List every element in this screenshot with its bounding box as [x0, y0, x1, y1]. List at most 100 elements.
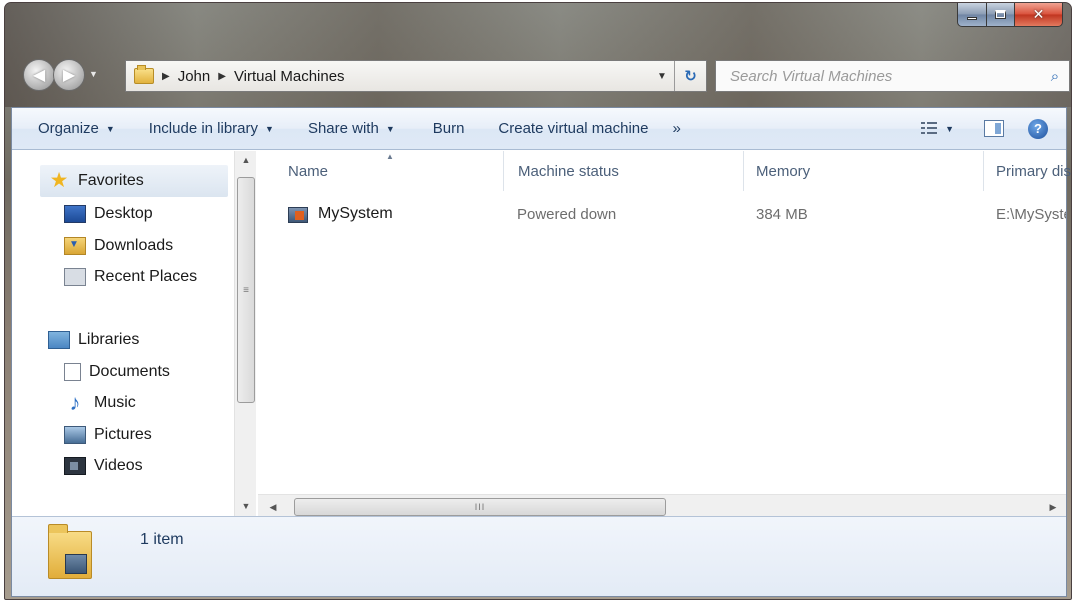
column-header-primary-disk[interactable]: Primary dis — [984, 151, 1072, 191]
nav-label: Desktop — [94, 205, 153, 222]
search-input[interactable] — [716, 61, 1041, 91]
command-bar: Organize ▼ Include in library ▼ Share wi… — [12, 108, 1066, 150]
change-view-button[interactable]: ▼ — [911, 108, 964, 149]
share-with-label: Share with — [307, 120, 379, 137]
navigation-pane: ★ Favorites Desktop Downloads Recent Pla… — [12, 151, 258, 529]
nav-label: Documents — [89, 363, 170, 380]
details-pane: 1 item — [12, 516, 1066, 596]
item-count: 1 item — [140, 531, 184, 548]
nav-label: Videos — [94, 457, 143, 474]
chevron-down-icon: ▼ — [945, 123, 954, 134]
chevron-right-icon[interactable]: ▶ — [162, 71, 170, 82]
nav-item-videos[interactable]: Videos — [64, 453, 143, 479]
search-box: ⌕ — [715, 60, 1070, 92]
create-virtual-machine-button[interactable]: Create virtual machine — [488, 108, 658, 149]
machine-status: Powered down — [517, 206, 617, 223]
column-label: Name — [288, 162, 329, 180]
navigation-bar: ◀ ▶ ▼ ▶ John ▶ Virtual Machines ▼ ↻ ⌕ — [19, 55, 1070, 95]
recent-pages-dropdown[interactable]: ▼ — [89, 69, 98, 79]
minimize-icon — [967, 17, 977, 20]
address-bar[interactable]: ▶ John ▶ Virtual Machines ▼ ↻ — [125, 60, 707, 92]
nav-label: Music — [94, 394, 136, 411]
nav-label: Favorites — [78, 172, 144, 189]
videos-icon — [64, 457, 86, 475]
close-button[interactable]: ✕ — [1015, 3, 1063, 27]
minimize-button[interactable] — [957, 3, 987, 27]
chevron-down-icon: ▼ — [385, 123, 395, 134]
preview-pane-icon — [984, 120, 1004, 137]
scroll-thumb[interactable]: III — [294, 498, 666, 516]
sort-ascending-icon: ▲ — [386, 152, 394, 161]
scroll-up-icon[interactable]: ▲ — [235, 155, 257, 165]
desktop-icon — [64, 205, 86, 223]
preview-pane-button[interactable] — [964, 108, 1018, 149]
grip-icon: ≡ — [243, 284, 249, 296]
music-icon: ♪ — [69, 390, 81, 415]
nav-item-documents[interactable]: Documents — [64, 359, 170, 385]
nav-item-music[interactable]: ♪ Music — [64, 390, 136, 416]
pictures-icon — [64, 426, 86, 444]
create-virtual-machine-label: Create virtual machine — [498, 120, 649, 137]
column-label: Primary dis — [996, 162, 1072, 180]
column-header-name[interactable]: Name ▲ — [258, 151, 504, 191]
scroll-thumb[interactable]: ≡ — [237, 177, 255, 403]
address-history-dropdown[interactable]: ▼ — [650, 71, 674, 82]
nav-item-downloads[interactable]: Downloads — [64, 233, 173, 259]
nav-label: Libraries — [78, 331, 140, 348]
horizontal-scrollbar[interactable]: ◀ III ▶ — [258, 494, 1066, 518]
nav-item-pictures[interactable]: Pictures — [64, 422, 152, 448]
organize-button[interactable]: Organize ▼ — [12, 108, 125, 149]
burn-button[interactable]: Burn — [423, 108, 475, 149]
share-with-button[interactable]: Share with ▼ — [298, 108, 405, 149]
column-label: Memory — [756, 162, 811, 180]
more-commands-button[interactable]: » — [663, 108, 691, 149]
view-controls: ▼ ? — [911, 108, 1066, 149]
include-in-library-label: Include in library — [148, 120, 259, 137]
primary-disk-value: E:\MySyste — [996, 206, 1066, 223]
include-in-library-button[interactable]: Include in library ▼ — [139, 108, 284, 149]
memory-value: 384 MB — [756, 206, 808, 223]
breadcrumb-john[interactable]: John — [178, 68, 211, 85]
back-arrow-icon: ◀ — [32, 67, 46, 84]
refresh-icon: ↻ — [684, 68, 697, 85]
view-details-icon — [921, 121, 938, 136]
forward-arrow-icon: ▶ — [62, 67, 76, 84]
file-list: Name ▲ Machine status Memory Primary dis… — [258, 151, 1071, 529]
downloads-icon — [64, 237, 86, 255]
virtual-machine-icon — [288, 207, 308, 223]
column-header-machine-status[interactable]: Machine status — [504, 151, 744, 191]
star-icon: ★ — [49, 169, 69, 192]
file-name: MySystem — [318, 205, 393, 222]
refresh-button[interactable]: ↻ — [674, 61, 706, 91]
folder-icon — [48, 524, 92, 579]
documents-icon — [64, 363, 81, 381]
chevron-down-icon: ▼ — [105, 123, 115, 134]
recent-places-icon — [64, 268, 86, 286]
double-chevron-icon: » — [672, 120, 681, 137]
maximize-button[interactable] — [987, 3, 1015, 27]
back-button[interactable]: ◀ — [23, 59, 55, 91]
help-button[interactable]: ? — [1018, 108, 1066, 149]
column-label: Machine status — [518, 162, 619, 180]
maximize-icon — [995, 10, 1006, 19]
chevron-right-icon[interactable]: ▶ — [218, 71, 226, 82]
scroll-down-icon[interactable]: ▼ — [235, 501, 257, 511]
forward-button[interactable]: ▶ — [53, 59, 85, 91]
file-row[interactable]: MySystem Powered down 384 MB E:\MySyste — [258, 199, 1066, 231]
nav-item-favorites[interactable]: ★ Favorites — [48, 168, 144, 194]
close-icon: ✕ — [1032, 6, 1045, 22]
explorer-client-area: Organize ▼ Include in library ▼ Share wi… — [11, 107, 1071, 597]
nav-label: Downloads — [94, 237, 174, 254]
nav-item-recent-places[interactable]: Recent Places — [64, 264, 197, 290]
organize-label: Organize — [38, 120, 99, 137]
nav-item-libraries[interactable]: Libraries — [48, 327, 139, 353]
breadcrumb-virtual-machines[interactable]: Virtual Machines — [234, 68, 345, 85]
nav-pane-scrollbar[interactable]: ▲ ≡ ▼ — [234, 151, 256, 529]
nav-item-desktop[interactable]: Desktop — [64, 201, 153, 227]
grip-icon: III — [474, 502, 486, 512]
chevron-down-icon: ▼ — [265, 123, 274, 134]
nav-label: Recent Places — [94, 268, 198, 285]
search-icon[interactable]: ⌕ — [1041, 68, 1069, 85]
column-header-memory[interactable]: Memory — [744, 151, 984, 191]
folder-icon — [134, 65, 154, 84]
